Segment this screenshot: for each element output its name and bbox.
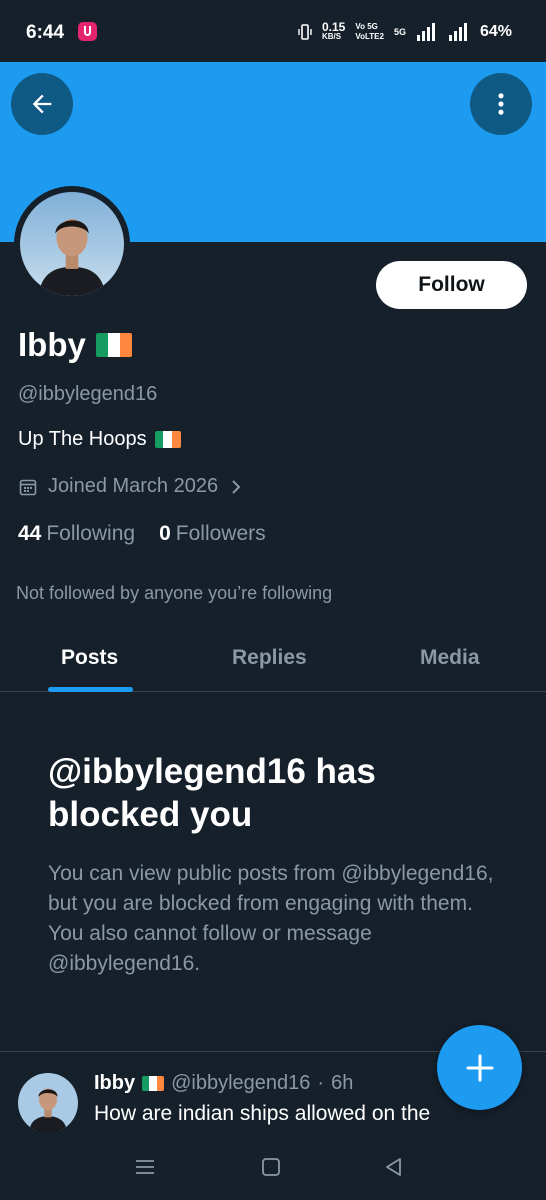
following-count: 44 [18, 522, 42, 545]
back-nav-icon[interactable] [382, 1155, 406, 1179]
volte-bottom: VoLTE2 [355, 32, 384, 41]
tab-media[interactable]: Media [420, 646, 480, 670]
post-separator: · [317, 1072, 325, 1094]
joined-date: Joined March 2026 [48, 475, 219, 497]
recent-apps-icon[interactable] [133, 1155, 157, 1179]
following-link[interactable]: 44 Following [18, 522, 135, 546]
more-options-button[interactable] [470, 73, 532, 135]
signal-2-icon [448, 23, 467, 41]
status-icons: 0.15 KB/S Vo 5G VoLTE2 5G 64% [298, 20, 512, 44]
tab-posts[interactable]: Posts [61, 646, 118, 670]
status-time: 6:44 [26, 22, 65, 43]
data-speed-value: 0.15 [322, 20, 346, 34]
profile-name-row: Ibby [18, 326, 132, 364]
compose-button[interactable] [437, 1025, 522, 1110]
post-avatar[interactable] [18, 1073, 78, 1133]
post-header: Ibby @ibbylegend16 · 6h [94, 1072, 353, 1095]
data-speed: 0.15 KB/S [322, 20, 346, 42]
follow-button[interactable]: Follow [376, 261, 527, 309]
profile-bio: Up The Hoops [18, 428, 147, 450]
blocked-title: @ibbylegend16 has blocked you [48, 752, 376, 834]
calendar-icon [19, 479, 37, 495]
notification-app-icon [78, 22, 97, 41]
status-bar: 6:44 0.15 KB/S Vo 5G VoLTE2 5G 64% [0, 0, 546, 62]
plus-icon [466, 1054, 493, 1081]
ireland-flag-icon [95, 333, 132, 357]
data-speed-unit: KB/S [322, 32, 342, 41]
battery-level: 64% [479, 23, 512, 40]
following-label: Following [46, 522, 136, 545]
post-time: 6h [331, 1072, 354, 1094]
signal-1-icon [416, 23, 435, 41]
more-vertical-icon [498, 93, 504, 115]
blocked-description: You can view public posts from @ibbylege… [48, 862, 494, 975]
profile-name: Ibby [18, 326, 86, 363]
vibrate-icon [298, 24, 312, 40]
mutuals-note: Not followed by anyone you’re following [16, 583, 333, 603]
active-tab-indicator [48, 687, 133, 692]
avatar-photo [18, 1073, 78, 1133]
volte-indicator: Vo 5G VoLTE2 [355, 22, 384, 42]
arrow-left-icon [32, 94, 52, 114]
post-text[interactable]: How are indian ships allowed on the [94, 1102, 430, 1126]
followers-count: 0 [159, 522, 171, 545]
profile-handle: @ibbylegend16 [18, 383, 158, 405]
ireland-flag-icon [154, 431, 181, 448]
profile-avatar[interactable] [14, 186, 130, 302]
avatar-photo [20, 192, 124, 296]
ireland-flag-icon [142, 1076, 165, 1091]
profile-bio-row: Up The Hoops [18, 428, 181, 451]
joined-date-row[interactable]: Joined March 2026 [18, 475, 244, 498]
followers-label: Followers [175, 522, 266, 545]
network-type: 5G [393, 27, 406, 37]
volte-top: Vo 5G [355, 22, 378, 31]
follow-counts: 44 Following 0 Followers [18, 522, 266, 546]
post-author-handle: @ibbylegend16 [171, 1072, 311, 1094]
system-nav-bar [0, 1131, 546, 1200]
post-author-name[interactable]: Ibby [94, 1072, 135, 1095]
followers-link[interactable]: 0 Followers [159, 522, 266, 546]
chevron-right-icon [232, 479, 241, 494]
profile-tabs: Posts Replies Media [0, 628, 546, 692]
tab-replies[interactable]: Replies [232, 646, 307, 670]
home-nav-icon[interactable] [259, 1155, 283, 1179]
back-button[interactable] [11, 73, 73, 135]
